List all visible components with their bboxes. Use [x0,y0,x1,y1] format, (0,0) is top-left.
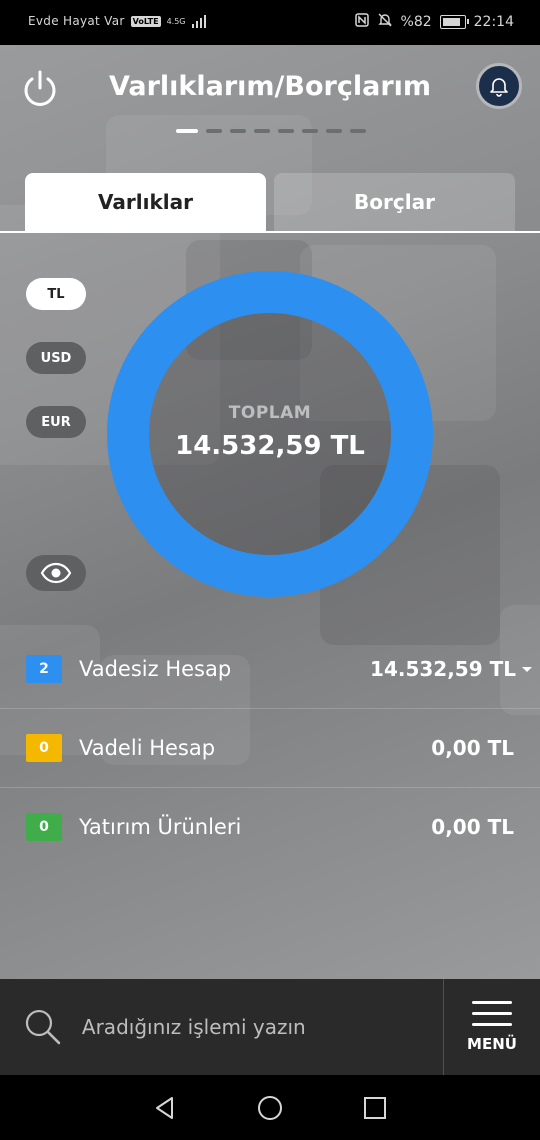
status-right: %82 22:14 [354,12,514,32]
bottom-bar: MENÜ [0,979,540,1075]
currency-eur-button[interactable]: EUR [26,406,86,438]
page-dot [230,129,246,133]
tab-varliklar[interactable]: Varlıklar [25,173,266,231]
visibility-toggle-button[interactable] [26,555,86,591]
menu-button[interactable]: MENÜ [443,979,540,1075]
page-dot [176,129,198,133]
status-bar: Evde Hayat Var VoLTE 4.5G %82 22:14 [0,0,540,45]
clock: 22:14 [473,14,514,30]
tab-underline [0,231,540,233]
nfc-icon [354,13,369,31]
recent-square-icon[interactable] [362,1095,388,1121]
search-icon [25,1009,61,1045]
asset-row-vadesiz-hesap[interactable]: 2 Vadesiz Hesap 14.532,59 TL [0,630,540,709]
count-badge: 0 [26,813,62,841]
row-amount: 0,00 TL [431,736,514,760]
app-screen: Varlıklarım/Borçlarım Varlıklar Borçlar … [0,45,540,979]
asset-list: 2 Vadesiz Hesap 14.532,59 TL 0 Vadeli He… [0,630,540,866]
notifications-button[interactable] [476,63,522,109]
row-label: Yatırım Ürünleri [79,815,242,839]
currency-usd-button[interactable]: USD [26,342,86,374]
row-amount-wrap: 0,00 TL [431,815,514,839]
battery-percent: %82 [400,14,432,30]
asset-row-yatirim-urunleri[interactable]: 0 Yatırım Ürünleri 0,00 TL [0,788,540,866]
battery-icon [439,15,469,29]
count-badge: 0 [26,734,62,762]
tab-borclar[interactable]: Borçlar [274,173,515,231]
row-label: Vadeli Hesap [79,736,216,760]
menu-label: MENÜ [467,1035,517,1053]
currency-tl-button[interactable]: TL [26,278,86,310]
page-dot [350,129,366,133]
row-amount-wrap: 0,00 TL [431,736,514,760]
page-dot [326,129,342,133]
tab-bar: Varlıklar Borçlar [25,173,515,231]
bell-icon [490,78,508,97]
row-label: Vadesiz Hesap [79,657,232,681]
total-value: 14.532,59 TL [175,431,365,461]
donut-summary: TOPLAM 14.532,59 TL [107,271,433,597]
row-amount: 0,00 TL [431,815,514,839]
total-label: TOPLAM [228,403,312,423]
caret-down-icon [522,666,532,672]
page-dot [254,129,270,133]
page-dot [206,129,222,133]
status-left: Evde Hayat Var VoLTE 4.5G [28,14,206,28]
network-type: 4.5G [166,16,186,26]
page-dot [278,129,294,133]
eye-icon [40,562,72,584]
row-amount: 14.532,59 TL [370,657,516,681]
back-triangle-icon[interactable] [152,1095,178,1121]
page-title: Varlıklarım/Borçlarım [108,71,432,102]
page-indicator [176,129,366,133]
hamburger-menu-icon [472,1001,512,1026]
system-nav-bar [0,1075,540,1140]
asset-row-vadeli-hesap[interactable]: 0 Vadeli Hesap 0,00 TL [0,709,540,788]
page-dot [302,129,318,133]
carrier-name: Evde Hayat Var [28,14,125,28]
search-input[interactable] [79,1014,443,1040]
search-bar[interactable] [0,979,443,1075]
home-circle-icon[interactable] [256,1094,284,1122]
volte-badge: VoLTE [130,15,161,27]
signal-icon [191,14,206,28]
row-amount-wrap: 14.532,59 TL [370,657,532,681]
count-badge: 2 [26,655,62,683]
mute-bell-icon [377,12,393,32]
